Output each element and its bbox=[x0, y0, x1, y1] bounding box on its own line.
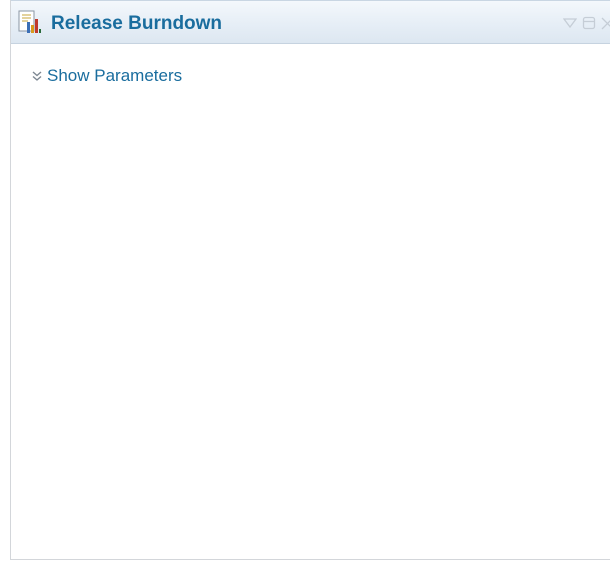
close-icon[interactable] bbox=[601, 16, 610, 30]
show-parameters-toggle[interactable]: Show Parameters bbox=[32, 66, 182, 86]
show-parameters-label: Show Parameters bbox=[47, 66, 183, 85]
widget-content: Show Parameters bbox=[11, 44, 610, 559]
double-chevron-down-icon bbox=[32, 71, 42, 81]
widget-title: Release Burndown bbox=[51, 13, 223, 34]
widget-controls bbox=[558, 15, 610, 31]
widget-header: Release Burndown bbox=[11, 0, 610, 44]
maximize-icon[interactable] bbox=[582, 16, 596, 30]
report-chart-icon bbox=[18, 10, 41, 33]
release-burndown-widget: Release Burndown Show Parameters bbox=[10, 0, 610, 560]
collapse-icon[interactable] bbox=[563, 17, 577, 29]
